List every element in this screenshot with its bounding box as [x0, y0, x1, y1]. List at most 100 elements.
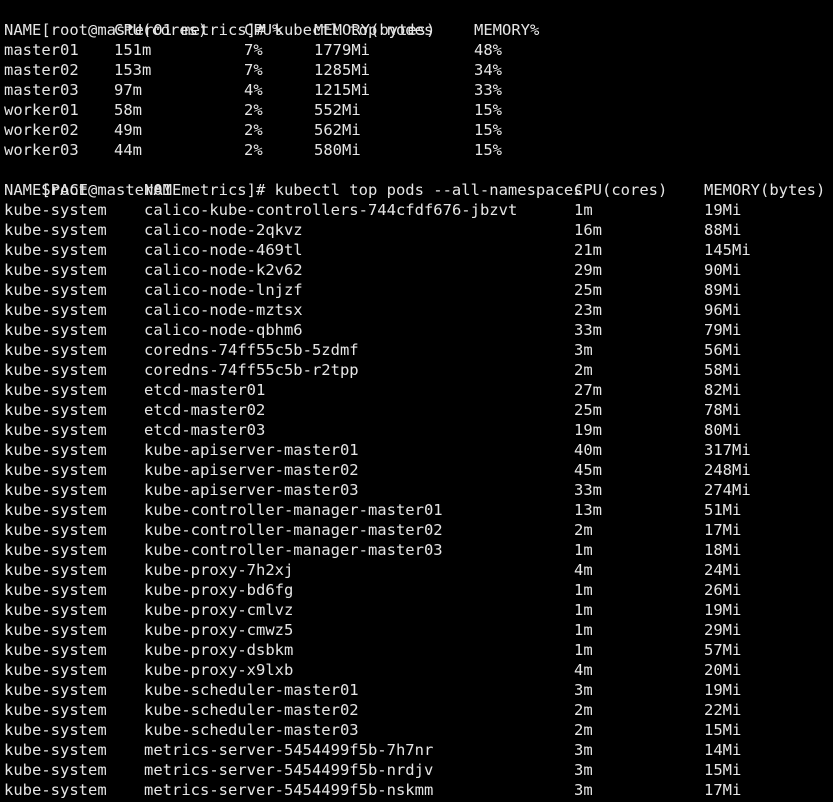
pods-header-name: NAME: [144, 181, 182, 199]
pod-name: kube-proxy-dsbkm: [144, 641, 294, 659]
pod-cpu-cores: 4m: [574, 661, 593, 679]
pod-cpu-cores: 33m: [574, 321, 602, 339]
pod-namespace: kube-system: [4, 761, 107, 779]
pods-table-row: kube-system metrics-server-5454499f5b-nsk…: [4, 780, 829, 800]
pod-name: metrics-server-5454499f5b-nrdjv: [144, 761, 434, 779]
pod-namespace: kube-system: [4, 721, 107, 739]
pod-namespace: kube-system: [4, 281, 107, 299]
pod-namespace: kube-system: [4, 421, 107, 439]
pod-name: calico-node-qbhm6: [144, 321, 303, 339]
node-memory-percent: 34%: [474, 61, 502, 79]
pods-table-row: kube-system etcd-master03 19m 80Mi: [4, 420, 829, 440]
node-name: worker03: [4, 141, 79, 159]
nodes-table-row: master02 153m 7% 1285Mi 34%: [4, 60, 824, 80]
pod-memory-bytes: 57Mi: [704, 641, 742, 659]
pods-table-row: kube-system kube-proxy-cmlvz 1m 19Mi: [4, 600, 829, 620]
pod-memory-bytes: 80Mi: [704, 421, 742, 439]
pod-namespace: kube-system: [4, 561, 107, 579]
pods-table-row: kube-system kube-proxy-x9lxb 4m 20Mi: [4, 660, 829, 680]
pod-cpu-cores: 1m: [574, 201, 593, 219]
pod-memory-bytes: 56Mi: [704, 341, 742, 359]
node-cpu-cores: 58m: [114, 101, 142, 119]
pod-memory-bytes: 17Mi: [704, 521, 742, 539]
pods-table-row: kube-system kube-scheduler-master03 2m 15Mi: [4, 720, 829, 740]
pod-cpu-cores: 29m: [574, 261, 602, 279]
pod-name: kube-controller-manager-master02: [144, 521, 443, 539]
pod-memory-bytes: 89Mi: [704, 281, 742, 299]
pod-memory-bytes: 17Mi: [704, 781, 742, 799]
node-memory-bytes: 1215Mi: [314, 81, 370, 99]
pod-memory-bytes: 79Mi: [704, 321, 742, 339]
pod-cpu-cores: 25m: [574, 281, 602, 299]
pod-name: kube-scheduler-master03: [144, 721, 359, 739]
pods-table-row: kube-system kube-scheduler-master02 2m 22Mi: [4, 700, 829, 720]
pod-name: calico-node-2qkvz: [144, 221, 303, 239]
pod-namespace: kube-system: [4, 361, 107, 379]
node-name: master02: [4, 61, 79, 79]
pod-cpu-cores: 4m: [574, 561, 593, 579]
pod-name: calico-node-469tl: [144, 241, 303, 259]
pods-table-row: kube-system calico-node-qbhm6 33m 79Mi: [4, 320, 829, 340]
pod-namespace: kube-system: [4, 201, 107, 219]
pod-namespace: kube-system: [4, 521, 107, 539]
pod-namespace: kube-system: [4, 441, 107, 459]
pod-name: metrics-server-5454499f5b-7h7nr: [144, 741, 434, 759]
pod-memory-bytes: 88Mi: [704, 221, 742, 239]
pod-cpu-cores: 33m: [574, 481, 602, 499]
pod-cpu-cores: 13m: [574, 501, 602, 519]
pod-namespace: kube-system: [4, 381, 107, 399]
pod-namespace: kube-system: [4, 701, 107, 719]
pod-cpu-cores: 40m: [574, 441, 602, 459]
pod-name: kube-apiserver-master01: [144, 441, 359, 459]
pod-namespace: kube-system: [4, 661, 107, 679]
pod-cpu-cores: 25m: [574, 401, 602, 419]
pod-name: kube-proxy-x9lxb: [144, 661, 294, 679]
pod-name: coredns-74ff55c5b-r2tpp: [144, 361, 359, 379]
pod-cpu-cores: 16m: [574, 221, 602, 239]
pod-namespace: kube-system: [4, 501, 107, 519]
pod-cpu-cores: 1m: [574, 541, 593, 559]
pod-memory-bytes: 29Mi: [704, 621, 742, 639]
pod-cpu-cores: 19m: [574, 421, 602, 439]
pod-cpu-cores: 1m: [574, 581, 593, 599]
pod-memory-bytes: 19Mi: [704, 601, 742, 619]
pods-table-row: kube-system kube-apiserver-master01 40m 317…: [4, 440, 829, 460]
pod-name: calico-kube-controllers-744cfdf676-jbzvt: [144, 201, 518, 219]
pod-name: etcd-master02: [144, 401, 266, 419]
node-name: master03: [4, 81, 79, 99]
pod-name: calico-node-mztsx: [144, 301, 303, 319]
pods-table-row: kube-system kube-controller-manager-maste…: [4, 500, 829, 520]
pod-cpu-cores: 3m: [574, 341, 593, 359]
pod-namespace: kube-system: [4, 481, 107, 499]
nodes-header-name: NAME: [4, 21, 42, 39]
pod-memory-bytes: 15Mi: [704, 721, 742, 739]
node-name: master01: [4, 41, 79, 59]
pod-cpu-cores: 2m: [574, 521, 593, 539]
pod-cpu-cores: 3m: [574, 761, 593, 779]
pod-cpu-cores: 1m: [574, 641, 593, 659]
pod-namespace: kube-system: [4, 341, 107, 359]
pods-table-row: kube-system calico-kube-controllers-744cf…: [4, 200, 829, 220]
pod-memory-bytes: 96Mi: [704, 301, 742, 319]
pods-table-row: kube-system kube-scheduler-master01 3m 19Mi: [4, 680, 829, 700]
pods-table-row: kube-system calico-node-lnjzf 25m 89Mi: [4, 280, 829, 300]
pod-memory-bytes: 26Mi: [704, 581, 742, 599]
node-cpu-percent: 7%: [244, 61, 263, 79]
pods-table-row: kube-system calico-node-k2v62 29m 90Mi: [4, 260, 829, 280]
pods-header-row: NAMESPACE NAME CPU(cores) MEMORY(bytes): [4, 180, 833, 200]
pod-memory-bytes: 20Mi: [704, 661, 742, 679]
pod-namespace: kube-system: [4, 621, 107, 639]
pod-name: coredns-74ff55c5b-5zdmf: [144, 341, 359, 359]
pod-cpu-cores: 45m: [574, 461, 602, 479]
pod-namespace: kube-system: [4, 601, 107, 619]
terminal-window[interactable]: [root@master01 metrics]# kubectl top nod…: [0, 0, 833, 802]
pod-namespace: kube-system: [4, 301, 107, 319]
nodes-table-row: worker01 58m 2% 552Mi 15%: [4, 100, 824, 120]
pod-namespace: kube-system: [4, 681, 107, 699]
pods-table-row: kube-system calico-node-2qkvz 16m 88Mi: [4, 220, 829, 240]
pod-memory-bytes: 78Mi: [704, 401, 742, 419]
pod-name: kube-proxy-bd6fg: [144, 581, 294, 599]
pod-name: calico-node-lnjzf: [144, 281, 303, 299]
pods-table-row: kube-system kube-controller-manager-maste…: [4, 520, 829, 540]
node-memory-bytes: 562Mi: [314, 121, 361, 139]
